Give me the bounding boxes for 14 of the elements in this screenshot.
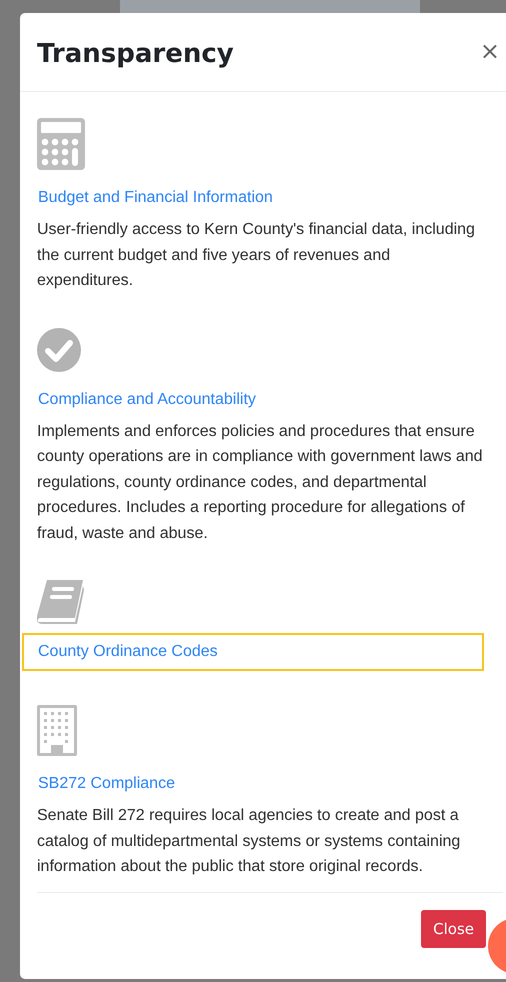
calculator-icon xyxy=(37,118,85,170)
checkmark-circle-icon xyxy=(37,328,81,372)
section-link[interactable]: Compliance and Accountability xyxy=(38,390,256,408)
section-description: Senate Bill 272 requires local agencies to create and post a catalog of multidepartmental systems or systems containing information about the public that store original records. xyxy=(37,806,462,877)
book-icon xyxy=(37,580,85,624)
section-description: Implements and enforces policies and procedures that ensure county operations are in compliance with government laws and regulations, county ordinance codes, and departmental procedures. Includes a reporting procedure for allegations of fraud, waste and abuse. xyxy=(37,422,484,544)
section-description: User-friendly access to Kern County's financial data, including the current budget and five years of revenues and expenditures. xyxy=(37,220,476,291)
close-button[interactable]: × xyxy=(480,39,500,63)
section-link[interactable]: SB272 Compliance xyxy=(38,775,175,792)
section-link[interactable]: County Ordinance Codes xyxy=(38,643,218,660)
building-icon xyxy=(37,705,77,756)
dialog-title: Transparency xyxy=(37,39,234,69)
section-link[interactable]: Budget and Financial Information xyxy=(38,189,273,206)
close-button[interactable]: Close xyxy=(421,910,486,948)
